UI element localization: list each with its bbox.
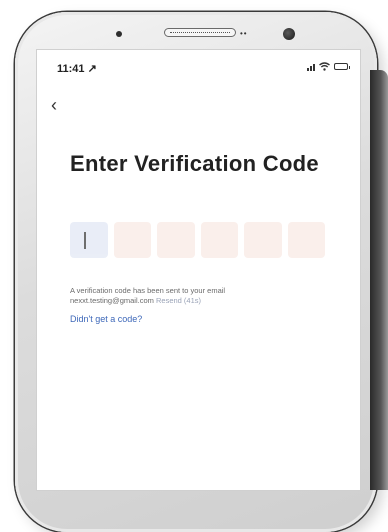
info-message: A verification code has been sent to you… (70, 286, 226, 295)
code-digit-box[interactable] (157, 222, 195, 258)
resend-countdown[interactable]: Resend (41s) (156, 296, 201, 305)
status-time: 11:41 ↗ (57, 63, 97, 75)
code-digit-box[interactable] (244, 222, 282, 258)
verification-code-input[interactable] (70, 222, 325, 258)
code-digit-box[interactable] (70, 222, 108, 258)
didnt-get-code-link[interactable]: Didn't get a code? (70, 314, 142, 324)
back-button[interactable]: ‹ (51, 96, 57, 114)
code-digit-box[interactable] (113, 222, 151, 258)
speaker-dots: •• (240, 29, 248, 38)
front-camera (283, 28, 295, 40)
code-digit-box[interactable] (287, 222, 325, 258)
info-email: nexxt.testing@gmail.com (70, 296, 154, 305)
app-screen: 11:41 ↗ ‹ Enter Verification Code A veri… (37, 50, 360, 490)
wifi-icon (319, 62, 330, 71)
proximity-sensor (116, 31, 122, 37)
code-digit-box[interactable] (200, 222, 238, 258)
signal-icon (307, 63, 315, 71)
phone-side-shadow (370, 70, 388, 490)
earpiece-speaker (164, 28, 236, 37)
verification-info: A verification code has been sent to you… (70, 286, 320, 306)
page-title: Enter Verification Code (70, 151, 319, 176)
status-icons (307, 62, 350, 71)
battery-icon (334, 63, 350, 70)
